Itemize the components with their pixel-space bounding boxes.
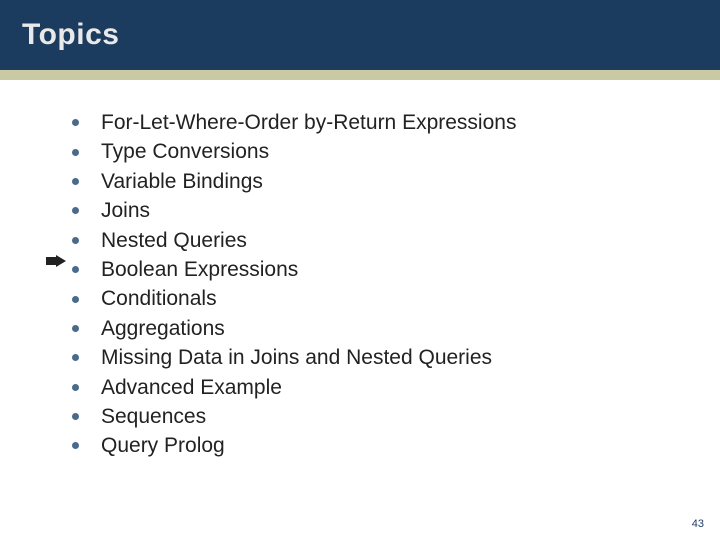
page-number: 43	[692, 518, 704, 530]
list-item-label: Conditionals	[101, 284, 217, 313]
list-item-label: Boolean Expressions	[101, 255, 298, 284]
bullet-dot-icon	[72, 178, 79, 185]
bullet-dot-icon	[72, 149, 79, 156]
bullet-dot-icon	[72, 296, 79, 303]
list-item: Missing Data in Joins and Nested Queries	[72, 343, 720, 372]
list-item: Sequences	[72, 402, 720, 431]
slide-header: Topics	[0, 0, 720, 70]
list-item: Nested Queries	[72, 226, 720, 255]
list-item: Boolean Expressions	[72, 255, 720, 284]
bullet-dot-icon	[72, 237, 79, 244]
list-item-label: For-Let-Where-Order by-Return Expression…	[101, 108, 516, 137]
list-item: Query Prolog	[72, 431, 720, 460]
list-item-label: Aggregations	[101, 314, 225, 343]
bullet-dot-icon	[72, 207, 79, 214]
bullet-dot-icon	[72, 119, 79, 126]
bullet-dot-icon	[72, 384, 79, 391]
slide-title: Topics	[22, 18, 720, 52]
list-item-label: Missing Data in Joins and Nested Queries	[101, 343, 492, 372]
list-item-label: Type Conversions	[101, 137, 269, 166]
list-item-label: Joins	[101, 196, 150, 225]
bullet-dot-icon	[72, 325, 79, 332]
list-item-label: Query Prolog	[101, 431, 225, 460]
bullet-dot-icon	[72, 442, 79, 449]
slide-content: For-Let-Where-Order by-Return Expression…	[0, 80, 720, 461]
list-item: Joins	[72, 196, 720, 225]
list-item-label: Variable Bindings	[101, 167, 263, 196]
list-item: Type Conversions	[72, 137, 720, 166]
bullet-dot-icon	[72, 354, 79, 361]
list-item-label: Sequences	[101, 402, 206, 431]
pointer-arrow-icon	[46, 255, 66, 267]
bullet-list: For-Let-Where-Order by-Return Expression…	[72, 108, 720, 461]
list-item: Conditionals	[72, 284, 720, 313]
list-item: For-Let-Where-Order by-Return Expression…	[72, 108, 720, 137]
list-item: Variable Bindings	[72, 167, 720, 196]
bullet-dot-icon	[72, 266, 79, 273]
bullet-dot-icon	[72, 413, 79, 420]
list-item: Advanced Example	[72, 373, 720, 402]
accent-bar	[0, 70, 720, 80]
list-item-label: Advanced Example	[101, 373, 282, 402]
list-item-label: Nested Queries	[101, 226, 247, 255]
list-item: Aggregations	[72, 314, 720, 343]
